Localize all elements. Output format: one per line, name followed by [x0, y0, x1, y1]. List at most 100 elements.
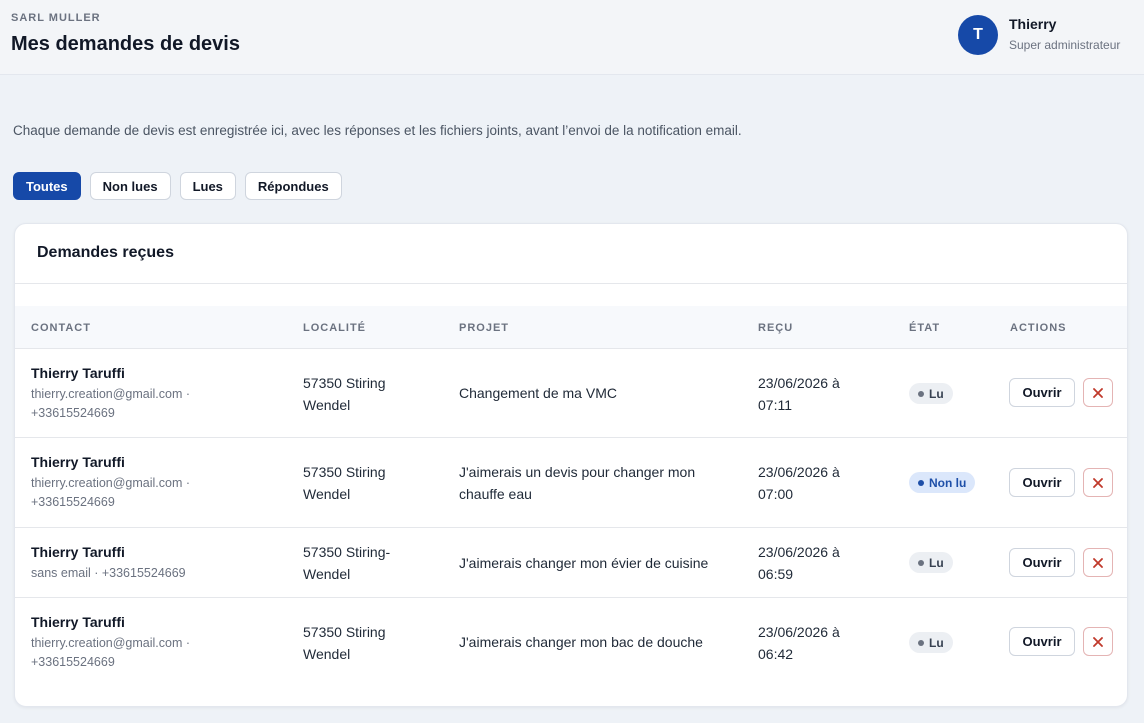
- close-icon: [1093, 477, 1103, 488]
- status-label: Lu: [929, 555, 944, 570]
- contact-email: thierry.creation@gmail.com ·: [31, 387, 191, 401]
- locality-line: Wendel: [303, 566, 351, 582]
- time-line: 06:59: [758, 566, 794, 582]
- status-dot-icon: [918, 479, 924, 486]
- page-title: Mes demandes de devis: [11, 33, 240, 55]
- status-badge: Non lu: [909, 472, 976, 493]
- contact-details: sans email · +33615524669: [31, 564, 291, 583]
- contact-cell: Thierry Taruffi thierry.creation@gmail.c…: [31, 365, 291, 423]
- column-header-project: PROJET: [459, 322, 510, 334]
- intro-text: Chaque demande de devis est enregistrée …: [13, 123, 742, 138]
- status-badge: Lu: [909, 632, 953, 653]
- column-header-received: REÇU: [758, 322, 794, 334]
- date-line: 23/06/2026 à: [758, 375, 840, 391]
- time-line: 07:11: [758, 397, 792, 413]
- contact-name: Thierry Taruffi: [31, 454, 125, 470]
- table-row: Thierry Taruffi sans email · +3361552466…: [15, 528, 1127, 598]
- status-dot-icon: [918, 559, 924, 566]
- user-role: Super administrateur: [1009, 38, 1121, 52]
- locality-line: Wendel: [303, 397, 351, 413]
- column-header-contact: CONTACT: [31, 322, 91, 334]
- contact-name: Thierry Taruffi: [31, 365, 125, 381]
- delete-button[interactable]: [1083, 627, 1113, 656]
- open-button[interactable]: Ouvrir: [1009, 548, 1075, 577]
- project-line: Changement de ma VMC: [459, 385, 617, 401]
- locality-cell: 57350 Stiring Wendel: [303, 461, 386, 505]
- column-header-locality: LOCALITÉ: [303, 322, 366, 334]
- project-line: J'aimerais changer mon bac de douche: [459, 634, 703, 650]
- status-badge: Lu: [909, 383, 953, 404]
- locality-cell: 57350 Stiring Wendel: [303, 372, 386, 416]
- status-cell: Non lu: [909, 472, 976, 493]
- project-cell: J'aimerais un devis pour changer mon cha…: [459, 461, 695, 505]
- close-icon: [1093, 636, 1103, 647]
- delete-button[interactable]: [1083, 378, 1113, 407]
- user-name: Thierry: [1009, 16, 1057, 32]
- locality-line: 57350 Stiring: [303, 624, 386, 640]
- column-header-actions: ACTIONS: [1010, 322, 1067, 334]
- column-header-status: ÉTAT: [909, 322, 941, 334]
- locality-line: Wendel: [303, 486, 351, 502]
- card-title: Demandes reçues: [37, 244, 174, 261]
- locality-line: Wendel: [303, 646, 351, 662]
- delete-button[interactable]: [1083, 468, 1113, 497]
- locality-cell: 57350 Stiring Wendel: [303, 621, 386, 665]
- filter-unread-button[interactable]: Non lues: [89, 172, 171, 200]
- contact-phone: +33615524669: [31, 495, 115, 509]
- contact-cell: Thierry Taruffi thierry.creation@gmail.c…: [31, 454, 291, 512]
- status-label: Lu: [929, 386, 944, 401]
- filter-bar: Toutes Non lues Lues Répondues: [13, 172, 342, 200]
- top-header: SARL MULLER Mes demandes de devis T Thie…: [0, 0, 1144, 75]
- locality-line: 57350 Stiring: [303, 375, 386, 391]
- divider: [15, 283, 1127, 284]
- table-row: Thierry Taruffi thierry.creation@gmail.c…: [15, 349, 1127, 438]
- contact-cell: Thierry Taruffi thierry.creation@gmail.c…: [31, 614, 291, 672]
- project-line: J'aimerais changer mon évier de cuisine: [459, 555, 709, 571]
- date-cell: 23/06/2026 à 06:59: [758, 541, 840, 585]
- table-header: CONTACT LOCALITÉ PROJET REÇU ÉTAT ACTION…: [15, 306, 1127, 349]
- locality-line: 57350 Stiring-: [303, 544, 391, 560]
- contact-details: thierry.creation@gmail.com · +3361552466…: [31, 634, 291, 672]
- contact-phone: +33615524669: [31, 655, 115, 669]
- project-cell: J'aimerais changer mon évier de cuisine: [459, 552, 708, 574]
- status-dot-icon: [918, 639, 924, 646]
- contact-name: Thierry Taruffi: [31, 614, 125, 630]
- status-cell: Lu: [909, 552, 953, 573]
- status-label: Lu: [929, 635, 944, 650]
- close-icon: [1093, 387, 1103, 398]
- open-button[interactable]: Ouvrir: [1009, 378, 1075, 407]
- project-cell: J'aimerais changer mon bac de douche: [459, 631, 703, 653]
- filter-read-button[interactable]: Lues: [179, 172, 236, 200]
- date-cell: 23/06/2026 à 07:11: [758, 372, 840, 416]
- project-line: chauffe eau: [459, 486, 532, 502]
- delete-button[interactable]: [1083, 548, 1113, 577]
- locality-cell: 57350 Stiring- Wendel: [303, 541, 390, 585]
- filter-replied-button[interactable]: Répondues: [244, 172, 342, 200]
- contact-email-phone: sans email · +33615524669: [31, 566, 186, 580]
- contact-name: Thierry Taruffi: [31, 544, 125, 560]
- table-row: Thierry Taruffi thierry.creation@gmail.c…: [15, 598, 1127, 688]
- contact-details: thierry.creation@gmail.com · +3361552466…: [31, 385, 291, 423]
- open-button[interactable]: Ouvrir: [1009, 627, 1075, 656]
- project-cell: Changement de ma VMC: [459, 382, 617, 404]
- company-name: SARL MULLER: [11, 12, 101, 24]
- contact-email: thierry.creation@gmail.com ·: [31, 476, 191, 490]
- avatar[interactable]: T: [958, 15, 998, 55]
- contact-cell: Thierry Taruffi sans email · +3361552466…: [31, 544, 291, 583]
- close-icon: [1093, 557, 1103, 568]
- date-line: 23/06/2026 à: [758, 464, 840, 480]
- date-line: 23/06/2026 à: [758, 624, 840, 640]
- status-cell: Lu: [909, 632, 953, 653]
- status-label: Non lu: [929, 475, 967, 490]
- table-row: Thierry Taruffi thierry.creation@gmail.c…: [15, 438, 1127, 528]
- requests-card: Demandes reçues CONTACT LOCALITÉ PROJET …: [14, 223, 1128, 707]
- time-line: 06:42: [758, 646, 794, 662]
- contact-phone: +33615524669: [31, 406, 115, 420]
- time-line: 07:00: [758, 486, 794, 502]
- status-dot-icon: [918, 390, 924, 397]
- open-button[interactable]: Ouvrir: [1009, 468, 1075, 497]
- locality-line: 57350 Stiring: [303, 464, 386, 480]
- filter-all-button[interactable]: Toutes: [13, 172, 81, 200]
- status-cell: Lu: [909, 383, 953, 404]
- date-cell: 23/06/2026 à 07:00: [758, 461, 840, 505]
